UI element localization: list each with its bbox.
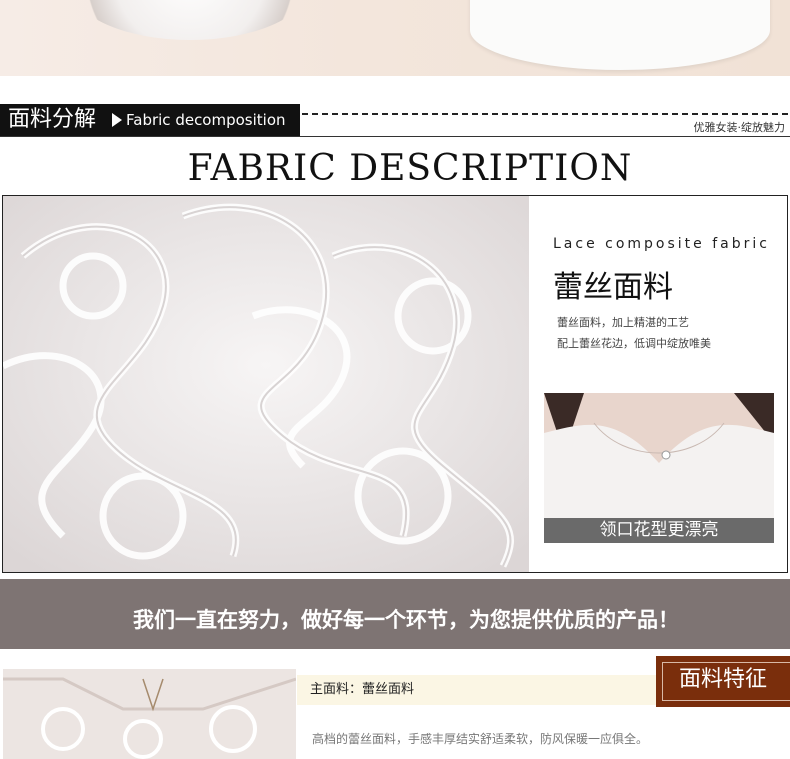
bottom-lace-graphic	[3, 669, 296, 759]
solid-divider	[0, 136, 790, 137]
section-title-zh: 面料分解	[8, 107, 97, 132]
fabric-description-title: FABRIC DESCRIPTION	[187, 148, 633, 189]
triangle-arrow-icon	[112, 113, 122, 127]
material-description: 高档的蕾丝面料，手感丰厚结实舒适柔软，防风保暖一应俱全。	[312, 732, 649, 746]
tagline: 优雅女装·绽放魅力	[693, 121, 786, 134]
bottom-product-image	[3, 669, 296, 759]
fabric-desc-line1: 蕾丝面料，加上精湛的工艺	[557, 316, 689, 329]
lace-fabric-en: Lace composite fabric	[553, 236, 770, 252]
feature-tab-label: 面料特征	[678, 667, 767, 692]
section-title-en: Fabric decomposition	[126, 111, 286, 129]
lace-closeup-image	[3, 196, 529, 572]
neck-caption: 领口花型更漂亮	[599, 520, 719, 540]
lace-fabric-zh: 蕾丝面料	[553, 270, 673, 305]
dashed-divider	[302, 113, 788, 115]
material-label: 主面料：蕾丝面料	[310, 682, 415, 697]
lace-pattern-graphic	[3, 196, 529, 572]
fabric-desc-line2: 配上蕾丝花边，低调中绽放唯美	[557, 337, 711, 350]
promise-banner-text: 我们一直在努力，做好每一个环节，为您提供优质的产品！	[133, 608, 679, 632]
